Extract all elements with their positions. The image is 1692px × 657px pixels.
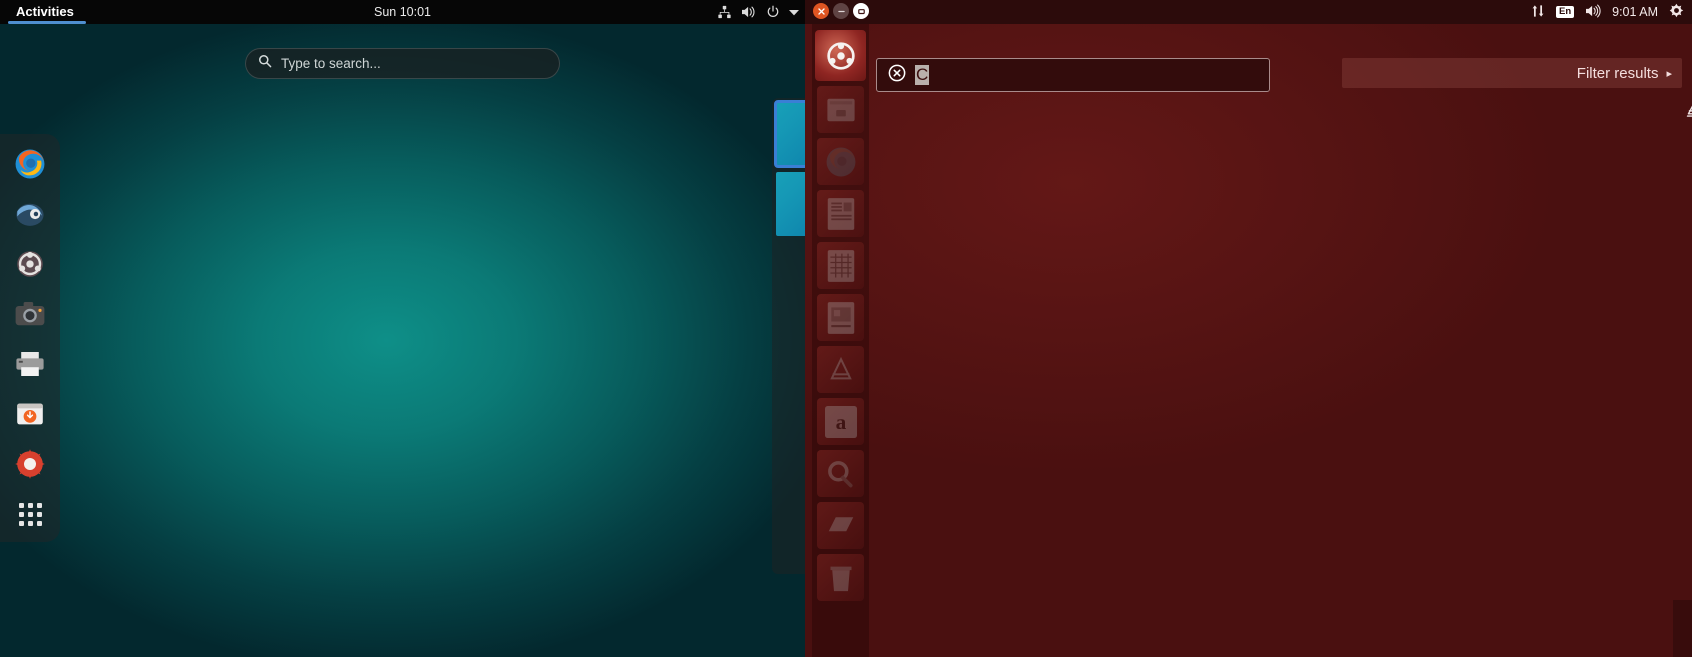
app-label: Calendar	[1685, 365, 1692, 379]
launcher-item-trash[interactable]	[817, 554, 864, 601]
window-maximize-button[interactable]	[853, 3, 869, 19]
unity-dash-body: a C Filter results ▸	[805, 24, 1692, 657]
applications-icon	[1685, 100, 1692, 124]
category-header-applications[interactable]: Applications See fewer results ▾	[1685, 100, 1692, 124]
keyboard-layout-icon[interactable]: En	[1555, 5, 1575, 19]
results-row: 27 Th Calendar	[1673, 286, 1692, 379]
clear-circle-icon[interactable]	[887, 63, 907, 88]
launcher-item-firefox[interactable]	[817, 138, 864, 185]
network-wired-icon[interactable]	[717, 5, 732, 19]
launcher-item-workspace-switcher[interactable]	[817, 502, 864, 549]
gnome-dash-item-thunderbird[interactable]	[8, 192, 52, 236]
filter-results-button[interactable]: Filter results ▸	[1342, 58, 1682, 88]
applications-results-grid: System Settings	[1673, 130, 1692, 600]
unity-launcher: a	[812, 24, 869, 657]
volume-icon[interactable]	[1585, 4, 1601, 21]
unity-indicator-tray[interactable]: En 9:01 AM	[1531, 0, 1684, 24]
gnome-search-input[interactable]: Type to search...	[245, 48, 560, 79]
activities-active-indicator	[8, 21, 86, 24]
gnome-dash-item-help[interactable]	[8, 442, 52, 486]
svg-text:a: a	[835, 410, 846, 434]
app-label: Character Map	[1685, 521, 1692, 535]
network-transfer-icon[interactable]	[1531, 4, 1545, 21]
gnome-shell-overview: Sun 10:01 Activities Type to search...	[0, 0, 805, 657]
power-icon[interactable]	[766, 5, 780, 19]
launcher-item-nautilus-files[interactable]	[817, 86, 864, 133]
unity-search-row: C Filter results ▸	[876, 58, 1682, 92]
workspace-thumbnail-2[interactable]	[776, 172, 805, 236]
chevron-right-icon: ▸	[1666, 67, 1672, 80]
gear-icon[interactable]	[1669, 3, 1684, 21]
unity-dash-window: En 9:01 AM a C Filter results ▸	[805, 0, 1692, 657]
results-row: System Settings	[1673, 130, 1692, 223]
results-row: a Character Map	[1673, 442, 1692, 549]
window-minimize-button[interactable]	[833, 3, 849, 19]
gnome-top-bar: Sun 10:01 Activities	[0, 0, 805, 24]
gnome-dash-item-firefox[interactable]	[8, 142, 52, 186]
volume-icon[interactable]	[741, 5, 757, 19]
launcher-item-ubuntu-software[interactable]	[817, 346, 864, 393]
window-controls[interactable]	[813, 3, 869, 19]
launcher-item-amazon[interactable]: a	[817, 398, 864, 445]
unity-search-input[interactable]: C	[876, 58, 1270, 92]
app-tile-calendar[interactable]: 27 Th Calendar	[1673, 286, 1692, 379]
app-tile-character-map[interactable]: a Character Map	[1673, 442, 1692, 549]
chevron-down-icon[interactable]	[789, 9, 799, 16]
unity-clock[interactable]: 9:01 AM	[1612, 5, 1658, 19]
app-label: System Settings	[1685, 209, 1692, 223]
desktop-wallpaper	[0, 24, 805, 657]
gnome-dash-item-screenshot[interactable]	[8, 292, 52, 336]
gnome-search-placeholder: Type to search...	[281, 56, 381, 71]
search-icon	[258, 54, 272, 73]
gnome-dash-item-printers[interactable]	[8, 342, 52, 386]
launcher-item-ubuntu-dash-home[interactable]	[815, 30, 866, 81]
window-close-button[interactable]	[813, 3, 829, 19]
gnome-clock[interactable]: Sun 10:01	[0, 0, 805, 24]
app-tile-system-settings[interactable]: System Settings	[1673, 130, 1692, 223]
show-applications-button[interactable]	[8, 492, 52, 536]
gnome-dash-item-ubuntu-software[interactable]	[8, 242, 52, 286]
filter-results-label: Filter results	[1576, 64, 1659, 82]
workspace-switcher[interactable]	[772, 98, 805, 574]
gnome-system-tray[interactable]	[717, 0, 799, 24]
unity-lens-bar	[1673, 600, 1692, 657]
launcher-item-libreoffice-calc[interactable]	[817, 242, 864, 289]
gnome-dash-item-software-updater[interactable]	[8, 392, 52, 436]
launcher-item-libreoffice-impress[interactable]	[817, 294, 864, 341]
launcher-item-system-settings[interactable]	[817, 450, 864, 497]
unity-search-query: C	[915, 65, 930, 85]
unity-top-panel: En 9:01 AM	[805, 0, 1692, 24]
launcher-item-libreoffice-writer[interactable]	[817, 190, 864, 237]
workspace-thumbnail-1[interactable]	[774, 100, 805, 168]
gnome-dash	[0, 134, 60, 542]
